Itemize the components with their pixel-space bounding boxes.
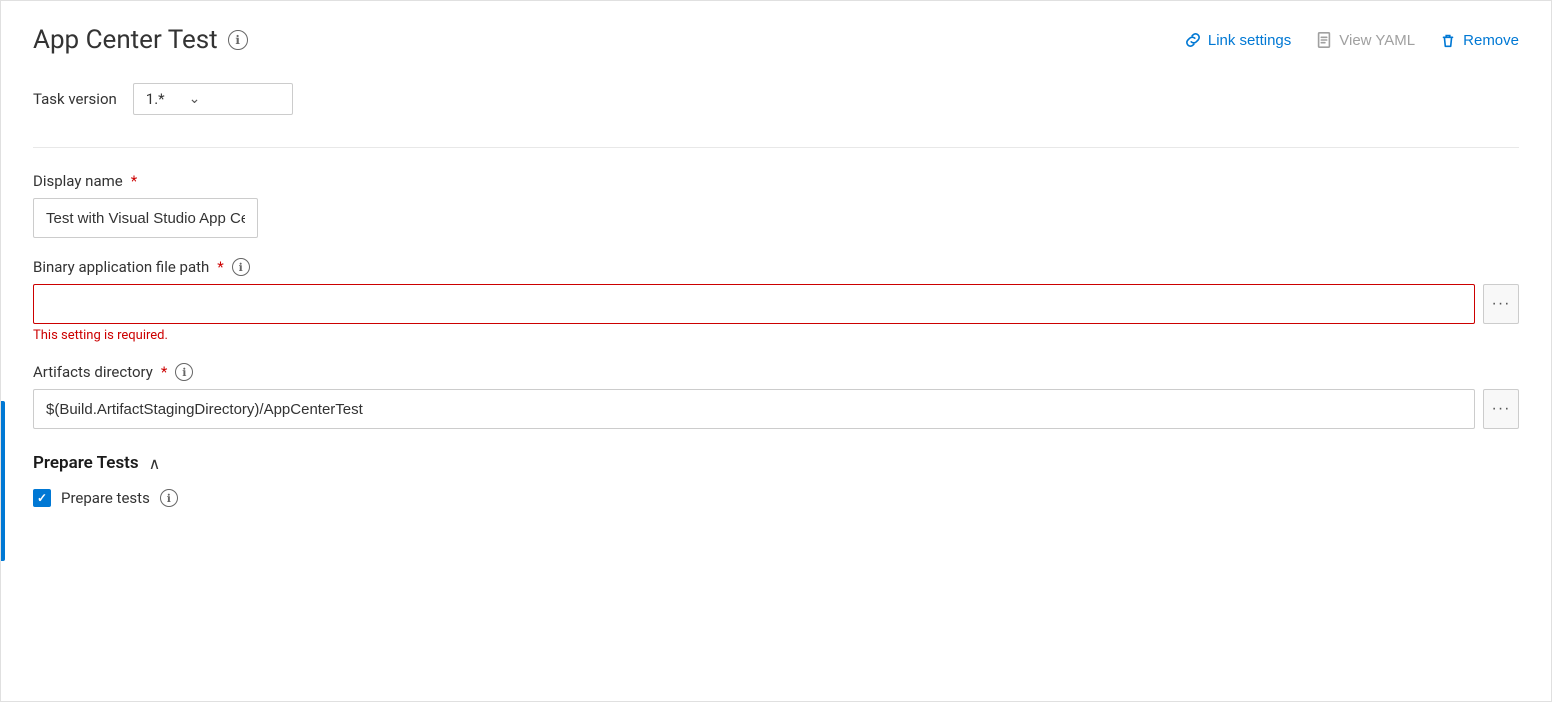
checkmark-icon: ✓: [37, 491, 47, 505]
display-name-label-row: Display name *: [33, 172, 1519, 190]
prepare-tests-label: Prepare tests: [61, 489, 150, 507]
task-version-row: Task version 1.* ⌄: [33, 83, 1519, 115]
view-yaml-button[interactable]: View YAML: [1315, 31, 1415, 49]
header-actions: Link settings View YAML Remove: [1184, 31, 1519, 49]
view-yaml-label: View YAML: [1339, 32, 1415, 49]
link-settings-label: Link settings: [1208, 32, 1291, 49]
binary-file-required: *: [217, 258, 223, 276]
link-settings-button[interactable]: Link settings: [1184, 31, 1291, 49]
display-name-field: Display name *: [33, 172, 1519, 238]
artifacts-directory-input[interactable]: [33, 389, 1475, 429]
binary-file-path-field: Binary application file path * ℹ ··· Thi…: [33, 258, 1519, 343]
artifacts-input-row: ···: [33, 389, 1519, 429]
binary-file-info-icon[interactable]: ℹ: [232, 258, 250, 276]
prepare-tests-checkbox[interactable]: ✓: [33, 489, 51, 507]
divider-1: [33, 147, 1519, 148]
prepare-tests-title: Prepare Tests: [33, 453, 139, 473]
title-info-icon[interactable]: ℹ: [228, 30, 248, 50]
artifacts-info-icon[interactable]: ℹ: [175, 363, 193, 381]
artifacts-directory-field: Artifacts directory * ℹ ···: [33, 363, 1519, 429]
left-accent-bar: [1, 401, 5, 561]
binary-file-input-row: ···: [33, 284, 1519, 324]
display-name-label: Display name: [33, 172, 123, 190]
collapse-icon[interactable]: ∧: [149, 454, 161, 473]
prepare-tests-info-icon[interactable]: ℹ: [160, 489, 178, 507]
artifacts-label: Artifacts directory: [33, 363, 153, 381]
ellipsis-icon-2: ···: [1492, 400, 1511, 418]
header: App Center Test ℹ Link settings: [33, 25, 1519, 55]
artifacts-required: *: [161, 363, 167, 381]
prepare-tests-checkbox-row: ✓ Prepare tests ℹ: [33, 489, 1519, 507]
task-version-select[interactable]: 1.* ⌄: [133, 83, 293, 115]
title-row: App Center Test ℹ: [33, 25, 248, 55]
task-version-label: Task version: [33, 90, 117, 108]
prepare-tests-section-header: Prepare Tests ∧: [33, 453, 1519, 473]
chevron-down-icon: ⌄: [189, 91, 201, 107]
binary-file-error-message: This setting is required.: [33, 328, 1519, 343]
binary-file-label-row: Binary application file path * ℹ: [33, 258, 1519, 276]
remove-button[interactable]: Remove: [1439, 31, 1519, 49]
display-name-input[interactable]: [33, 198, 258, 238]
yaml-icon: [1315, 31, 1333, 49]
link-icon: [1184, 31, 1202, 49]
artifacts-ellipsis-button[interactable]: ···: [1483, 389, 1519, 429]
ellipsis-icon: ···: [1492, 295, 1511, 313]
binary-file-ellipsis-button[interactable]: ···: [1483, 284, 1519, 324]
artifacts-label-row: Artifacts directory * ℹ: [33, 363, 1519, 381]
task-version-value: 1.*: [146, 90, 165, 108]
binary-file-label: Binary application file path: [33, 258, 209, 276]
binary-file-input[interactable]: [33, 284, 1475, 324]
page-title: App Center Test: [33, 25, 218, 55]
remove-label: Remove: [1463, 32, 1519, 49]
display-name-required: *: [131, 172, 137, 190]
main-card: App Center Test ℹ Link settings: [0, 0, 1552, 702]
trash-icon: [1439, 31, 1457, 49]
